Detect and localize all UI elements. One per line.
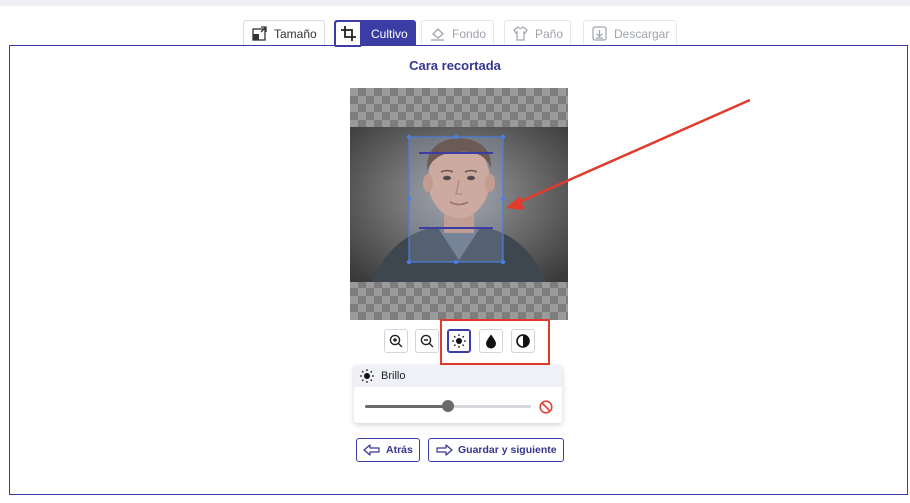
tab-size[interactable]: Tamaño [243, 20, 325, 46]
save-next-button[interactable]: Guardar y siguiente [428, 438, 564, 462]
back-button[interactable]: Atrás [356, 438, 420, 462]
zoom-out-icon [420, 334, 434, 348]
step-tabs: Tamaño Cultivo Fondo Paño Descargar [0, 20, 910, 47]
tab-background[interactable]: Fondo [421, 20, 495, 46]
tab-download-label: Descargar [614, 26, 670, 41]
back-button-label: Atrás [386, 444, 413, 456]
crop-icon [340, 26, 356, 41]
resize-icon [252, 26, 267, 41]
brightness-panel: Brillo [354, 365, 562, 423]
highlight-box [440, 319, 550, 365]
photo-canvas[interactable] [350, 88, 568, 320]
portrait-image [350, 127, 568, 282]
tab-clothes[interactable]: Paño [504, 20, 572, 46]
tab-crop[interactable]: Cultivo [334, 20, 416, 47]
tab-background-label: Fondo [452, 26, 487, 41]
back-arrow-icon [363, 444, 380, 456]
tab-clothes-label: Paño [535, 26, 564, 41]
save-next-button-label: Guardar y siguiente [458, 444, 557, 456]
sun-icon [360, 369, 374, 383]
zoom-in-icon [389, 334, 403, 348]
shirt-icon [513, 26, 528, 41]
top-strip [0, 0, 910, 6]
tab-download[interactable]: Descargar [583, 20, 678, 46]
zoom-out-button[interactable] [415, 329, 439, 353]
panel-header: Brillo [354, 365, 562, 387]
forward-arrow-icon [436, 444, 453, 456]
background-fill-icon [431, 28, 444, 41]
page-title: Cara recortada [409, 58, 501, 73]
slider-thumb[interactable] [442, 400, 454, 412]
brightness-label: Brillo [381, 370, 406, 382]
tab-size-label: Tamaño [274, 26, 317, 41]
reset-icon[interactable] [538, 399, 554, 415]
brightness-slider[interactable] [365, 400, 531, 412]
slider-fill [365, 405, 448, 408]
download-icon [592, 26, 607, 41]
tab-crop-label: Cultivo [371, 26, 408, 41]
zoom-in-button[interactable] [384, 329, 408, 353]
